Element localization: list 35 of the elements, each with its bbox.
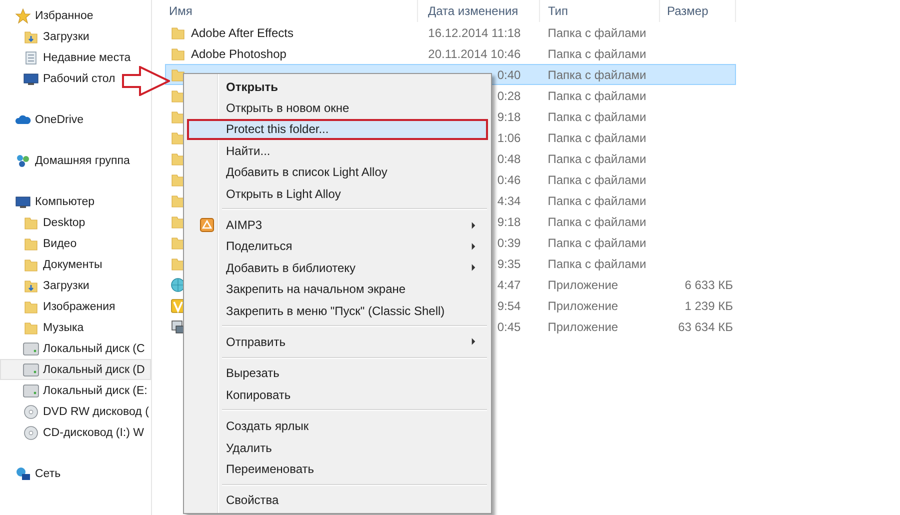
date-cell: 0:46 [497,172,521,186]
type-cell: Папка с файлами [548,110,646,124]
type-cell: Папка с файлами [548,194,646,208]
type-cell: Папка с файлами [548,152,646,166]
type-cell: Папка с файлами [548,172,646,186]
date-cell: 0:45 [497,320,521,334]
date-cell: 0:40 [497,68,521,82]
size-cell: 63 634 КБ [678,320,733,334]
type-cell: Папка с файлами [548,256,646,270]
type-cell: Папка с файлами [548,26,646,40]
date-cell: 9:35 [497,256,521,270]
date-cell: 9:18 [497,110,521,124]
type-cell: Папка с файлами [548,214,646,228]
date-cell: 16.12.2014 11:18 [428,26,521,40]
file-name: Adobe After Effects [191,26,294,40]
date-cell: 0:39 [497,236,521,250]
type-cell: Папка с файлами [548,236,646,250]
date-cell: 9:54 [497,298,521,312]
type-cell: Приложение [548,298,618,312]
type-cell: Приложение [548,278,618,292]
date-cell: 1:06 [497,130,521,144]
size-cell: 6 633 КБ [684,278,733,292]
type-cell: Папка с файлами [548,68,646,82]
date-cell: 0:28 [497,88,521,102]
type-cell: Папка с файлами [548,46,646,60]
size-cell: 1 239 КБ [684,298,733,312]
type-cell: Приложение [548,320,618,334]
date-cell: 0:48 [497,152,521,166]
date-cell: 9:18 [497,214,521,228]
date-cell: 20.11.2014 10:46 [428,46,521,60]
date-cell: 4:47 [497,278,521,292]
file-name: Adobe Photoshop [191,46,286,60]
date-cell: 4:34 [497,194,521,208]
type-cell: Папка с файлами [548,88,646,102]
type-cell: Папка с файлами [548,130,646,144]
